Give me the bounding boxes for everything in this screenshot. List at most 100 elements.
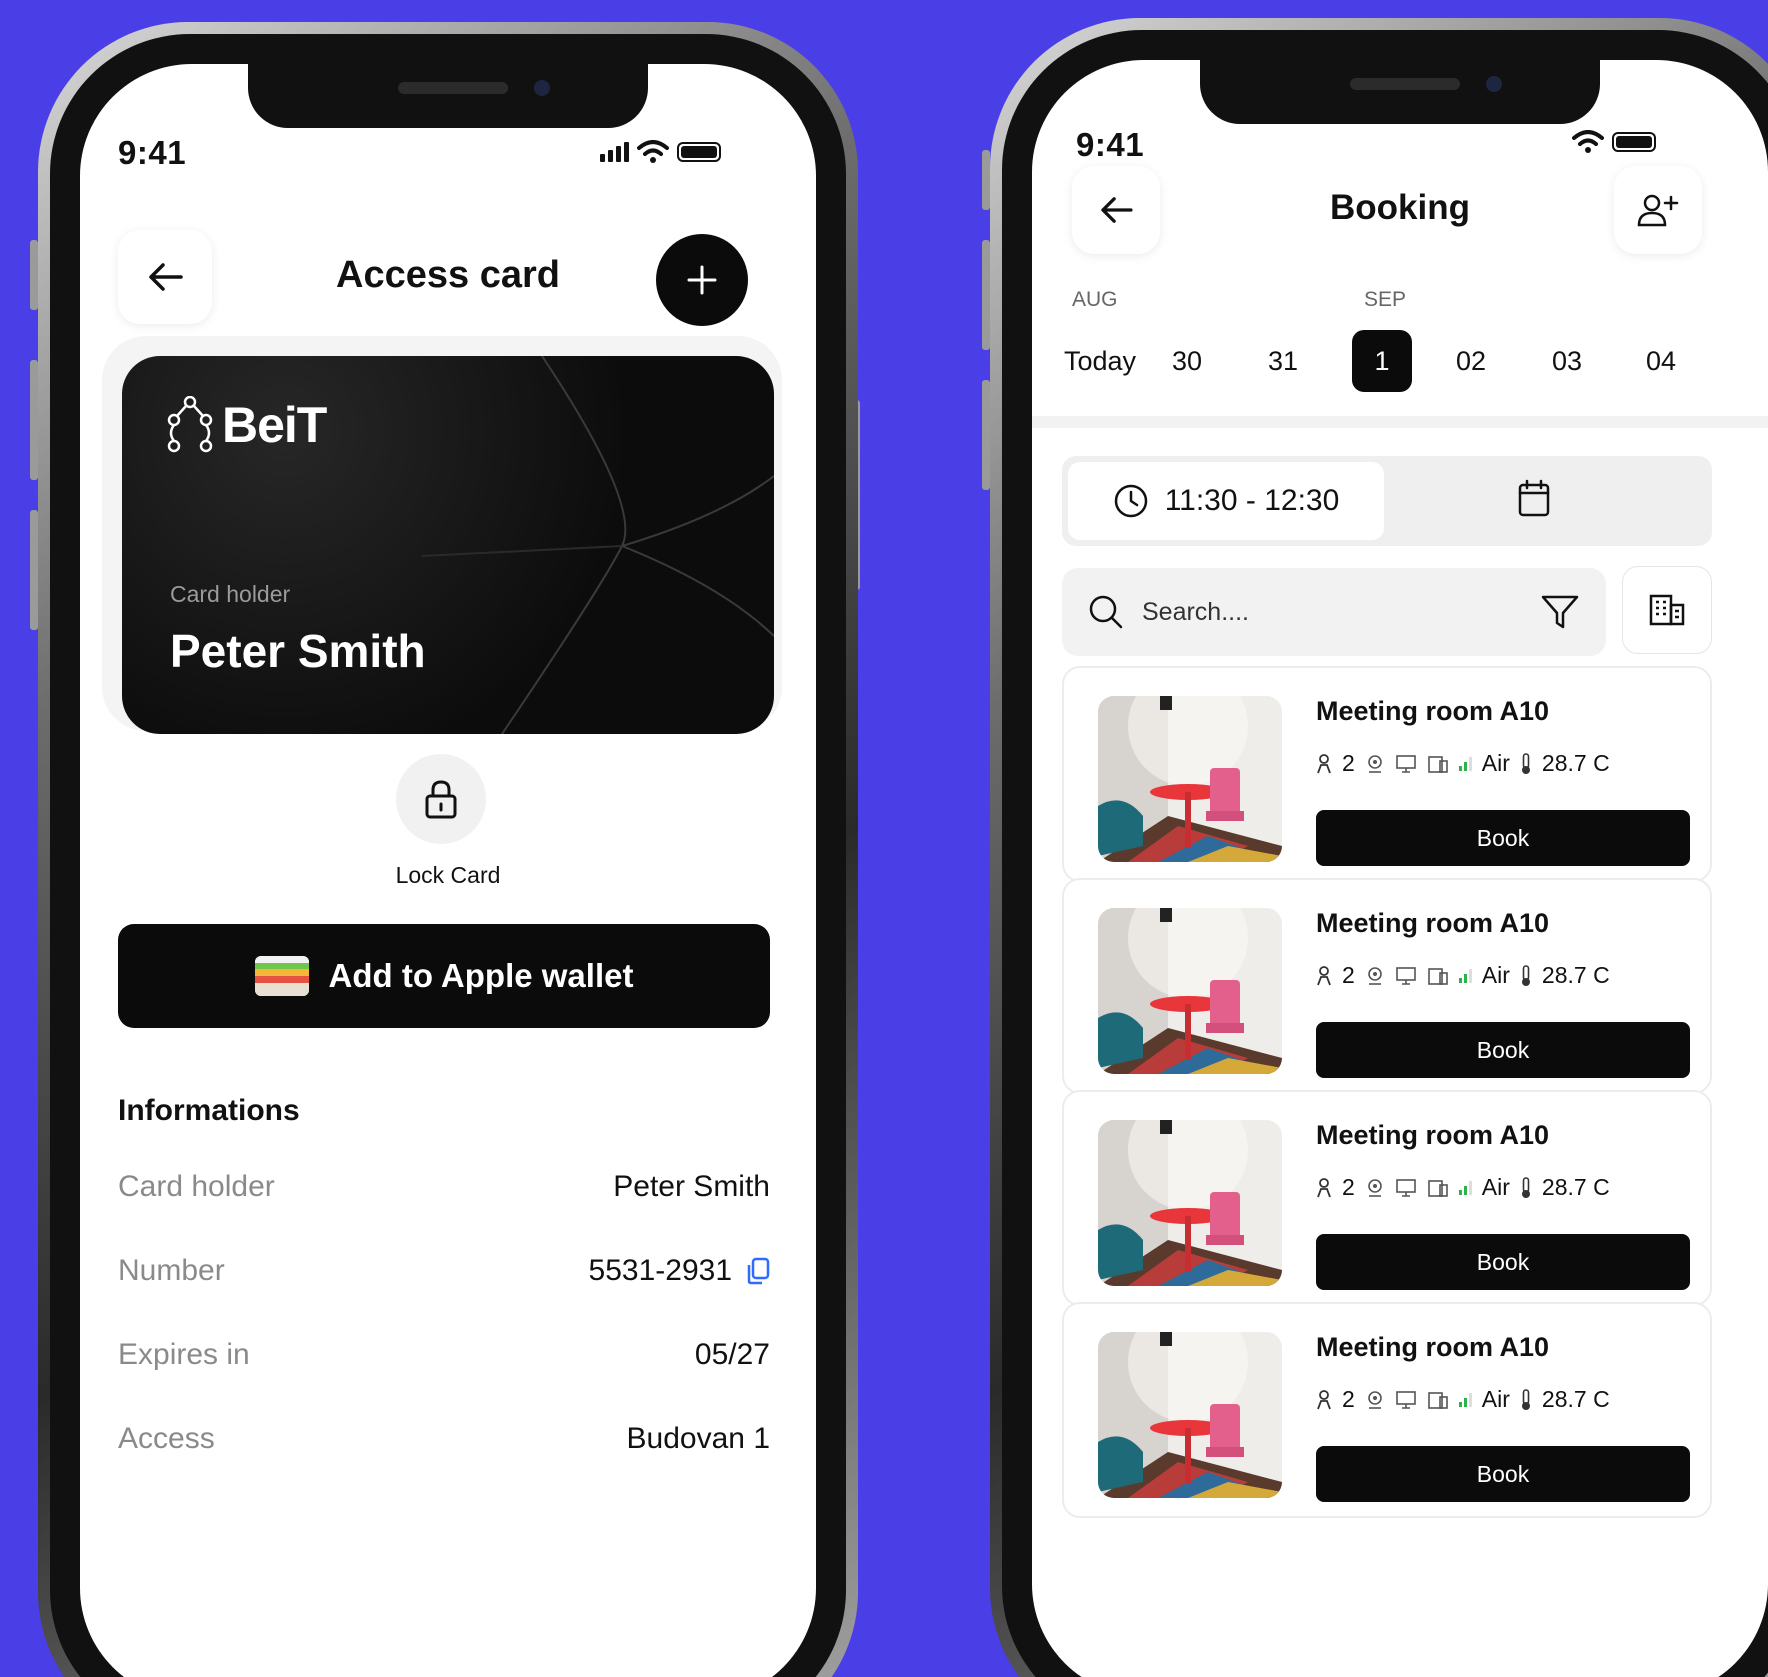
booking-screen: 9:41 Booking AUG SEP Today 30 31 1 02 03: [1032, 60, 1768, 1677]
brand-name: BeiT: [222, 397, 327, 453]
lock-card-label: Lock Card: [395, 862, 501, 888]
booking-phone: 9:41 Booking AUG SEP Today 30 31 1 02 03: [990, 18, 1768, 1677]
room-name: Meeting room A10: [1316, 1120, 1550, 1150]
signal-icon: [1458, 968, 1472, 983]
status-time: 9:41: [1076, 126, 1145, 163]
add-user-button[interactable]: [1614, 166, 1702, 254]
brand-logo-icon: [167, 396, 213, 453]
room-card[interactable]: Meeting room A10 2 Air 28.7 C Book: [1062, 878, 1712, 1094]
date-02[interactable]: 02: [1446, 330, 1496, 392]
wallet-button-label: Add to Apple wallet: [328, 957, 634, 994]
calendar-icon: [1518, 479, 1550, 517]
room-name: Meeting room A10: [1316, 696, 1550, 726]
divider: [1032, 416, 1768, 428]
signal-icon: [1458, 756, 1472, 771]
notch: [1200, 60, 1600, 124]
room-air: Air: [1481, 962, 1510, 988]
wifi-icon: [1572, 130, 1604, 153]
battery-icon: [677, 142, 721, 162]
card-holder-name: Peter Smith: [170, 625, 426, 677]
signal-icon: [1458, 1392, 1472, 1407]
room-air: Air: [1481, 750, 1510, 776]
tablet-icon: [1427, 755, 1448, 773]
tablet-icon: [1427, 1179, 1448, 1197]
room-temperature: 28.7 C: [1541, 1174, 1610, 1200]
search-bar[interactable]: Search....: [1062, 568, 1606, 656]
book-button[interactable]: Book: [1316, 1234, 1690, 1290]
room-capacity: 2: [1342, 1174, 1355, 1200]
info-section-title: Informations: [118, 1094, 300, 1127]
access-card-phone: 9:41 Access card BeiT Card holder Peter …: [38, 22, 858, 1677]
webcam-icon: [1367, 966, 1382, 985]
status-icons: [600, 140, 721, 164]
webcam-icon: [1367, 1390, 1382, 1409]
person-icon: [1317, 1177, 1331, 1197]
thermometer-icon: [1521, 1388, 1530, 1410]
room-photo: [1098, 1120, 1282, 1286]
tablet-icon: [1427, 1391, 1448, 1409]
room-capacity: 2: [1342, 1386, 1355, 1412]
copy-icon[interactable]: [746, 1257, 770, 1285]
time-range-text: 11:30 - 12:30: [1164, 484, 1340, 517]
date-30[interactable]: 30: [1162, 330, 1212, 392]
room-capacity: 2: [1342, 750, 1355, 776]
room-card[interactable]: Meeting room A10 2 Air 28.7 C Book: [1062, 1302, 1712, 1518]
brand-logo: BeiT: [164, 396, 327, 454]
card-holder-label: Card holder: [170, 581, 291, 607]
room-name: Meeting room A10: [1316, 1332, 1550, 1362]
person-icon: [1317, 965, 1331, 985]
search-input[interactable]: Search....: [1142, 598, 1522, 627]
date-picker: Today 30 31 1 02 03 04: [1032, 330, 1768, 392]
book-button[interactable]: Book: [1316, 1022, 1690, 1078]
search-icon: [1089, 595, 1123, 629]
time-range-selector: 11:30 - 12:30: [1062, 456, 1712, 546]
thermometer-icon: [1521, 964, 1530, 986]
access-card[interactable]: BeiT Card holder Peter Smith: [122, 356, 774, 734]
info-key: Expires in: [118, 1338, 250, 1371]
date-03[interactable]: 03: [1542, 330, 1592, 392]
date-today[interactable]: Today: [1060, 330, 1140, 392]
building-view-button[interactable]: [1622, 566, 1712, 654]
calendar-tab[interactable]: [1517, 478, 1551, 523]
monitor-icon: [1395, 1390, 1416, 1409]
add-user-icon: [1637, 194, 1679, 227]
room-air: Air: [1481, 1386, 1510, 1412]
add-to-wallet-button[interactable]: Add to Apple wallet: [118, 924, 770, 1028]
month-label-sep: SEP: [1364, 288, 1407, 311]
room-amenities: 2 Air 28.7 C: [1316, 750, 1610, 777]
room-card[interactable]: Meeting room A10 2 Air 28.7 C Book: [1062, 1090, 1712, 1306]
filter-icon[interactable]: [1540, 592, 1580, 632]
info-row-access: Access Budovan 1: [118, 1422, 770, 1456]
status-icons: [1572, 130, 1656, 154]
add-card-button[interactable]: [656, 234, 748, 326]
info-row-card-holder: Card holder Peter Smith: [118, 1170, 770, 1204]
webcam-icon: [1367, 754, 1382, 773]
book-button[interactable]: Book: [1316, 1446, 1690, 1502]
lock-card-button[interactable]: [396, 754, 486, 844]
webcam-icon: [1367, 1178, 1382, 1197]
date-04[interactable]: 04: [1636, 330, 1686, 392]
room-air: Air: [1481, 1174, 1510, 1200]
room-capacity: 2: [1342, 962, 1355, 988]
info-key: Card holder: [118, 1170, 275, 1203]
room-card[interactable]: Meeting room A10 2 Air 28.7 C Book: [1062, 666, 1712, 882]
room-temperature: 28.7 C: [1541, 962, 1610, 988]
monitor-icon: [1395, 1178, 1416, 1197]
room-photo: [1098, 908, 1282, 1074]
info-row-number: Number 5531-2931: [118, 1254, 770, 1288]
building-icon: [1649, 594, 1685, 626]
date-31[interactable]: 31: [1258, 330, 1308, 392]
info-value: 5531-2931: [588, 1254, 732, 1287]
access-card-screen: 9:41 Access card BeiT Card holder Peter …: [80, 64, 816, 1677]
date-selected[interactable]: 1: [1352, 330, 1412, 392]
tablet-icon: [1427, 967, 1448, 985]
month-label-aug: AUG: [1072, 288, 1118, 311]
time-range-tab[interactable]: 11:30 - 12:30: [1068, 462, 1384, 540]
room-amenities: 2 Air 28.7 C: [1316, 1174, 1610, 1201]
signal-icon: [1458, 1180, 1472, 1195]
room-photo: [1098, 1332, 1282, 1498]
book-button[interactable]: Book: [1316, 810, 1690, 866]
person-icon: [1317, 753, 1331, 773]
room-photo: [1098, 696, 1282, 862]
monitor-icon: [1395, 966, 1416, 985]
